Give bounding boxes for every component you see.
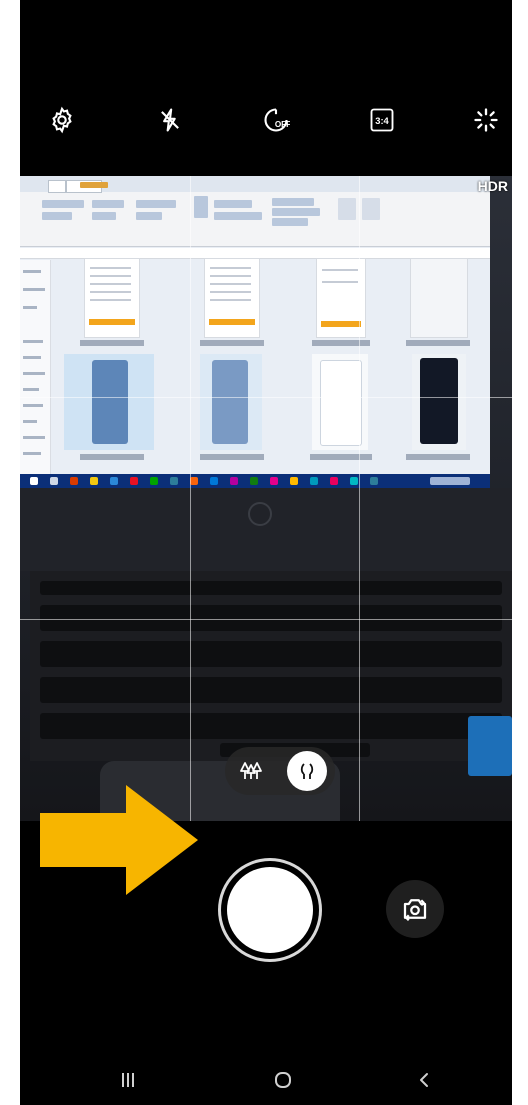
viewfinder-laptop-screen	[20, 176, 490, 488]
timer-label: OFF	[275, 120, 290, 129]
viewfinder-taskbar	[20, 474, 490, 488]
recents-button[interactable]	[108, 1065, 148, 1095]
viewfinder-sticker	[468, 716, 512, 776]
grid-line	[359, 176, 360, 821]
focus-landscape-option[interactable]	[231, 751, 271, 791]
timer-off-icon: OFF	[264, 108, 290, 132]
viewfinder-laptop-bezel	[20, 488, 512, 571]
home-button[interactable]	[263, 1065, 303, 1095]
camera-viewfinder[interactable]	[20, 176, 512, 821]
grid-line	[190, 176, 191, 821]
aspect-ratio-icon: 3:4	[370, 108, 394, 132]
viewfinder-keyboard	[30, 571, 512, 761]
grid-line	[20, 619, 512, 620]
home-icon	[275, 1072, 291, 1088]
tree-icon	[300, 763, 314, 779]
hdr-indicator[interactable]: HDR	[478, 178, 508, 194]
flash-off-icon	[161, 108, 179, 132]
flash-button[interactable]	[148, 98, 192, 142]
recents-icon	[122, 1073, 134, 1087]
flip-camera-icon	[403, 899, 427, 922]
grid-line	[20, 397, 512, 398]
phone-screen: OFF 3:4 HDR	[20, 0, 512, 1105]
timer-button[interactable]: OFF	[254, 98, 298, 142]
gear-icon	[52, 106, 72, 134]
flip-camera-button[interactable]	[386, 880, 444, 938]
ratio-button[interactable]: 3:4	[360, 98, 404, 142]
arrow-right-icon	[40, 785, 198, 895]
ratio-label: 3:4	[375, 116, 389, 126]
effects-button[interactable]	[464, 98, 508, 142]
trees-icon	[240, 762, 262, 779]
sparkle-icon	[474, 108, 498, 132]
shutter-button[interactable]	[227, 867, 313, 953]
back-button[interactable]	[404, 1065, 444, 1095]
settings-button[interactable]	[40, 98, 84, 142]
focus-single-option[interactable]	[287, 751, 327, 791]
back-icon	[420, 1073, 428, 1087]
focus-mode-toggle	[225, 747, 335, 795]
viewfinder-ribbon	[20, 176, 490, 247]
